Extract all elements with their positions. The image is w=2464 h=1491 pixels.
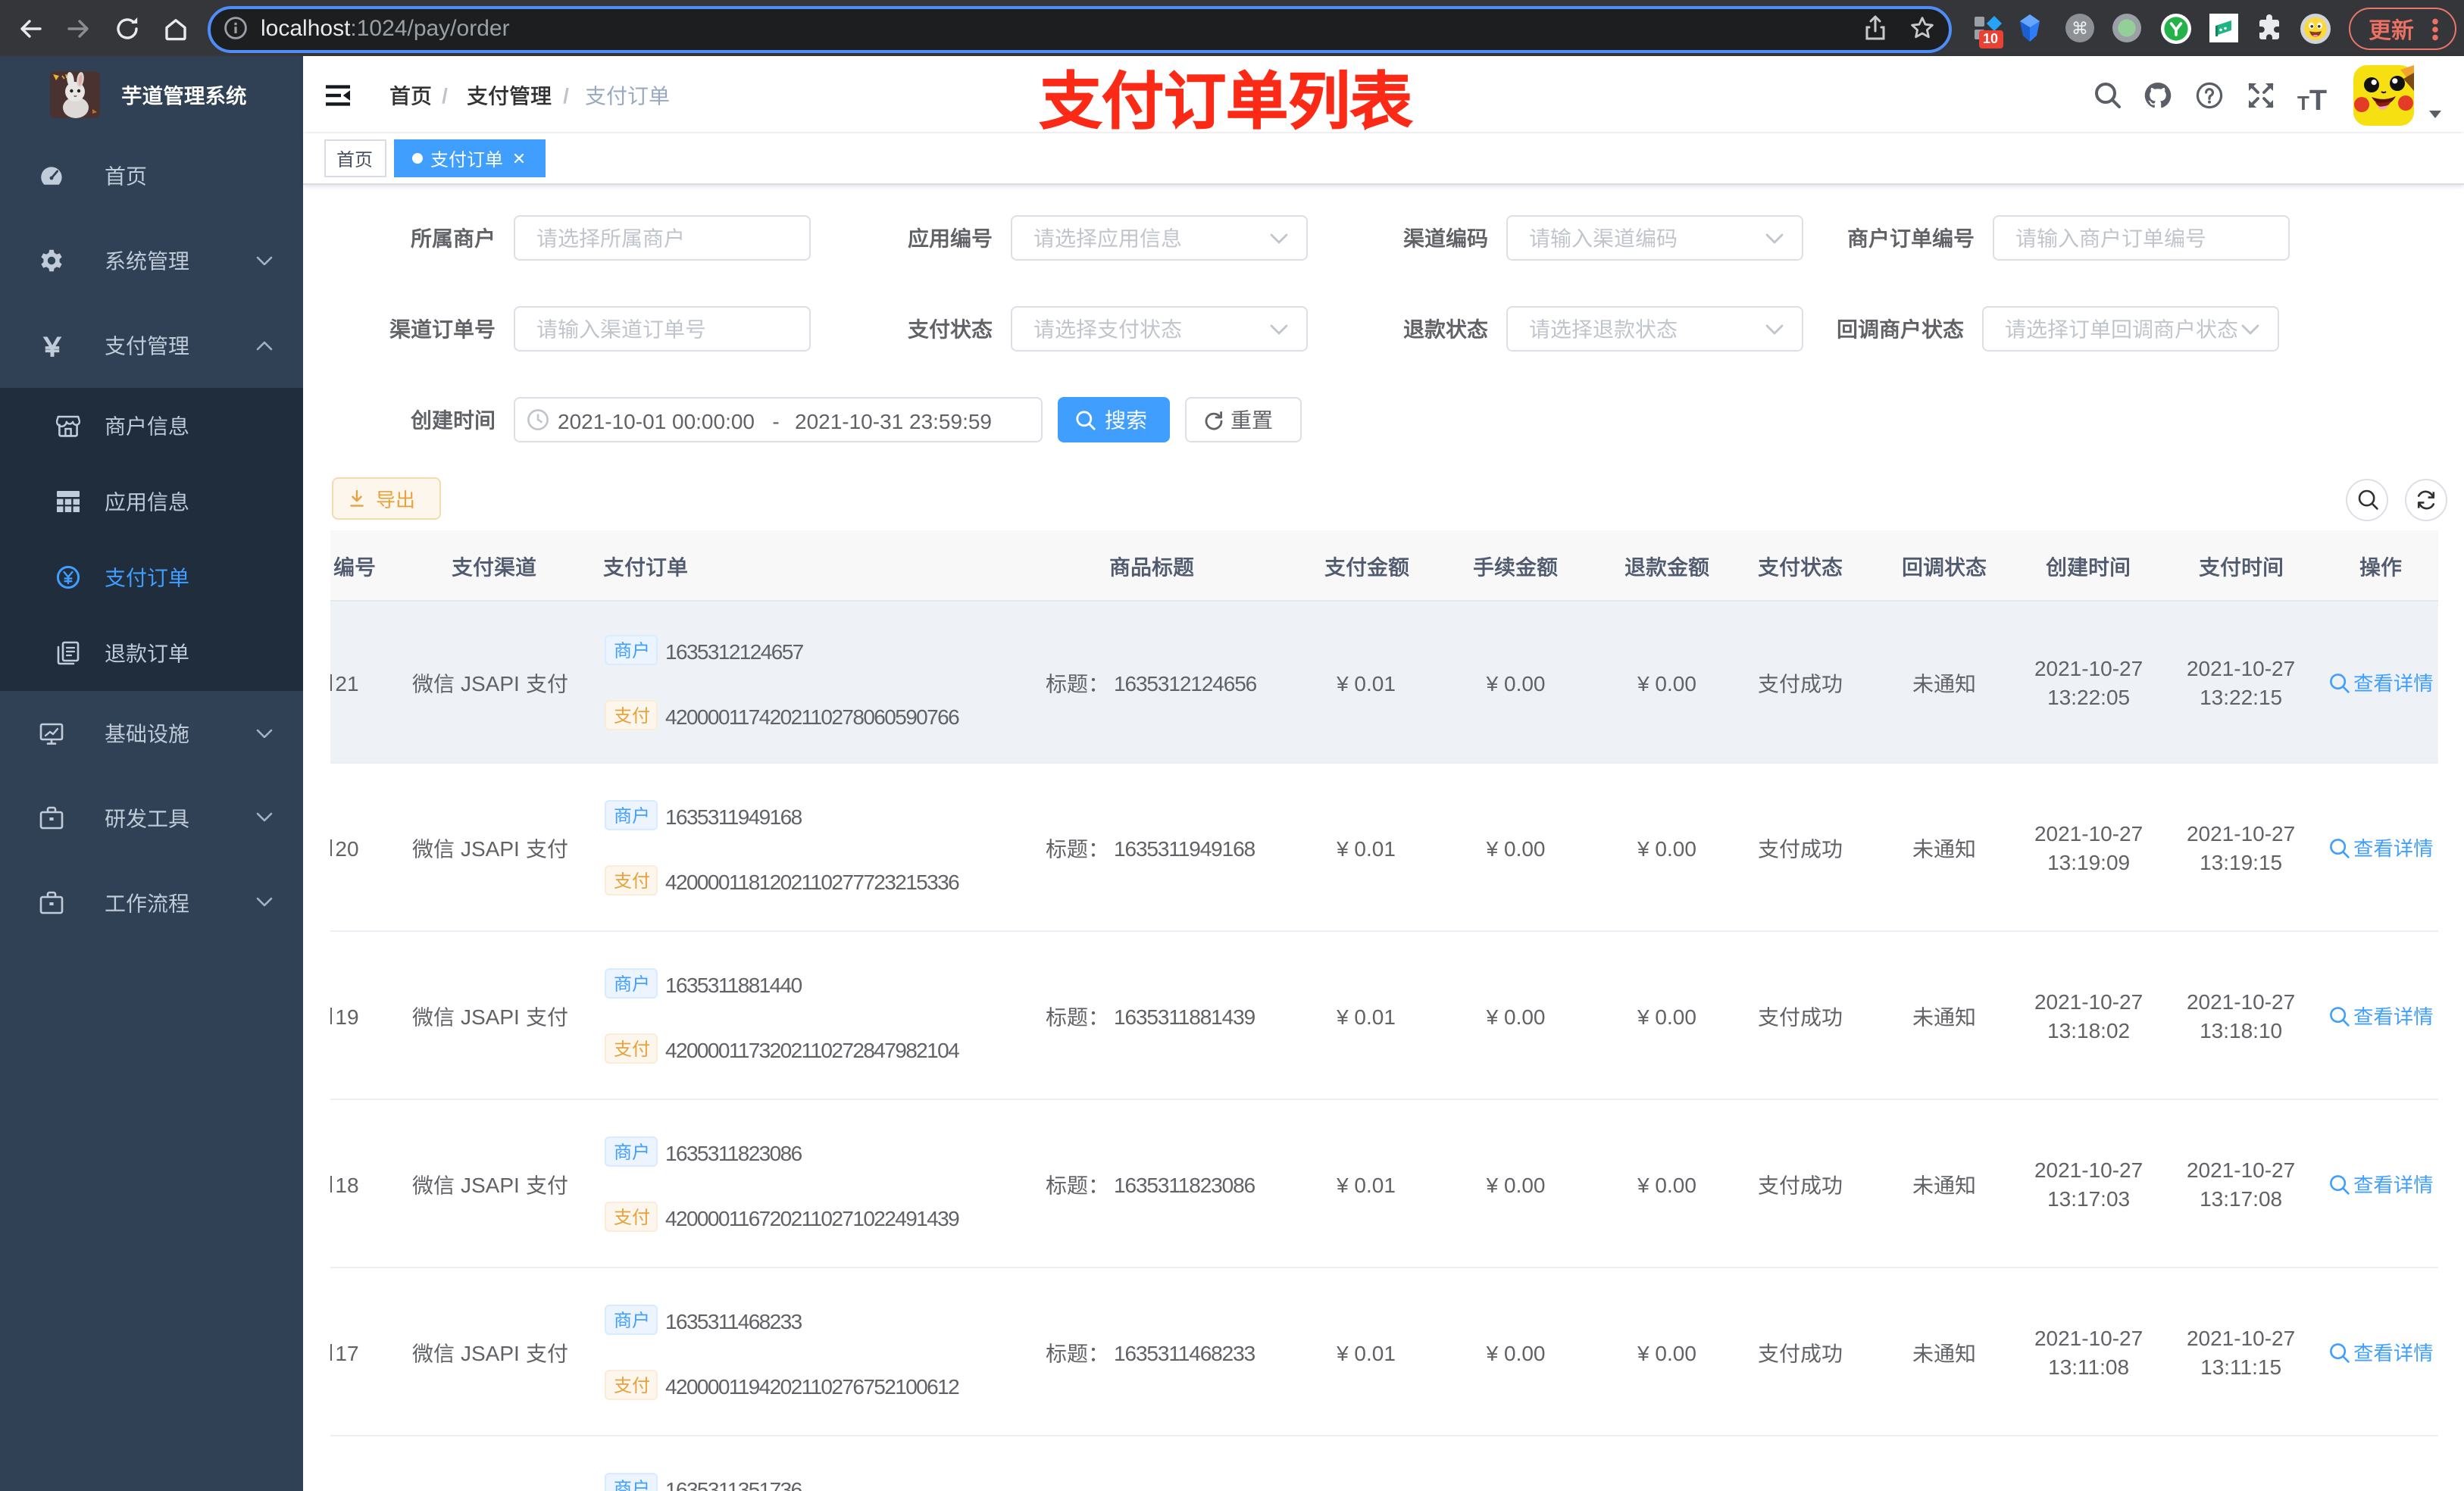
svg-text:⌘: ⌘ <box>2072 19 2088 38</box>
